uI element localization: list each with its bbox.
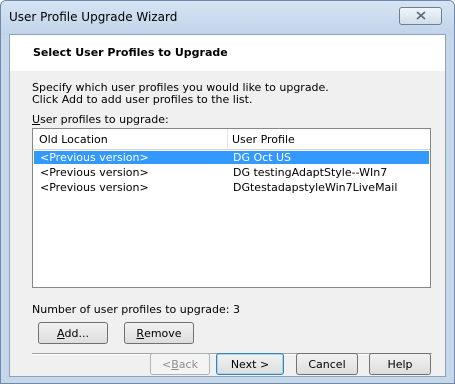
profiles-list-label-access-key: U: [32, 113, 41, 126]
description: Specify which user profiles you would li…: [32, 82, 329, 106]
title-bar[interactable]: User Profile Upgrade Wizard: [1, 1, 454, 35]
add-button[interactable]: Add...: [38, 322, 108, 344]
remove-button-access-key: R: [136, 326, 145, 340]
row-old-location: <Previous version>: [40, 181, 149, 194]
profile-count: Number of user profiles to upgrade: 3: [32, 303, 240, 316]
add-button-label: dd...: [64, 326, 89, 340]
row-old-location: <Previous version>: [40, 166, 149, 179]
row-user-profile: DG testingAdaptStyle--WIn7: [233, 166, 388, 179]
wizard-body: Select User Profiles to Upgrade Specify …: [9, 34, 446, 377]
row-old-location: <Previous version>: [40, 151, 149, 164]
next-button[interactable]: Next >: [216, 353, 284, 375]
profile-count-label: Number of user profiles to upgrade:: [32, 303, 230, 316]
remove-button[interactable]: Remove: [124, 322, 194, 344]
profile-count-value: 3: [232, 303, 240, 316]
profiles-list[interactable]: Old Location User Profile <Previous vers…: [32, 128, 431, 288]
profiles-list-label: User profiles to upgrade:: [32, 113, 169, 126]
list-row[interactable]: <Previous version> DG testingAdaptStyle-…: [34, 166, 429, 179]
column-header-user-profile[interactable]: User Profile: [232, 133, 295, 146]
row-user-profile: DGtestadapstyleWin7LiveMail: [233, 181, 398, 194]
column-divider[interactable]: [227, 129, 228, 149]
add-button-access-key: A: [57, 326, 65, 340]
wizard-window: User Profile Upgrade Wizard Select User …: [0, 0, 455, 384]
profiles-list-label-text: ser profiles to upgrade:: [40, 113, 169, 126]
description-line-2: Click Add to add user profiles to the li…: [32, 93, 253, 106]
cancel-button[interactable]: Cancel: [296, 353, 358, 375]
help-button[interactable]: Help: [369, 353, 431, 375]
back-button[interactable]: < Back: [150, 353, 210, 375]
wizard-header: Select User Profiles to Upgrade: [10, 35, 445, 71]
page-title: Select User Profiles to Upgrade: [33, 46, 228, 59]
back-button-access-key: B: [171, 357, 179, 371]
remove-button-label: emove: [144, 326, 182, 340]
back-button-prefix: <: [162, 357, 172, 371]
list-row[interactable]: <Previous version> DGtestadapstyleWin7Li…: [34, 181, 429, 194]
back-button-label: ack: [178, 357, 198, 371]
column-header-old-location[interactable]: Old Location: [39, 133, 108, 146]
list-header: Old Location User Profile: [33, 129, 430, 150]
close-icon: [415, 10, 426, 23]
close-button[interactable]: [399, 7, 442, 25]
window-title: User Profile Upgrade Wizard: [9, 10, 178, 24]
list-row[interactable]: <Previous version> DG Oct US: [34, 151, 429, 164]
row-user-profile: DG Oct US: [233, 151, 292, 164]
